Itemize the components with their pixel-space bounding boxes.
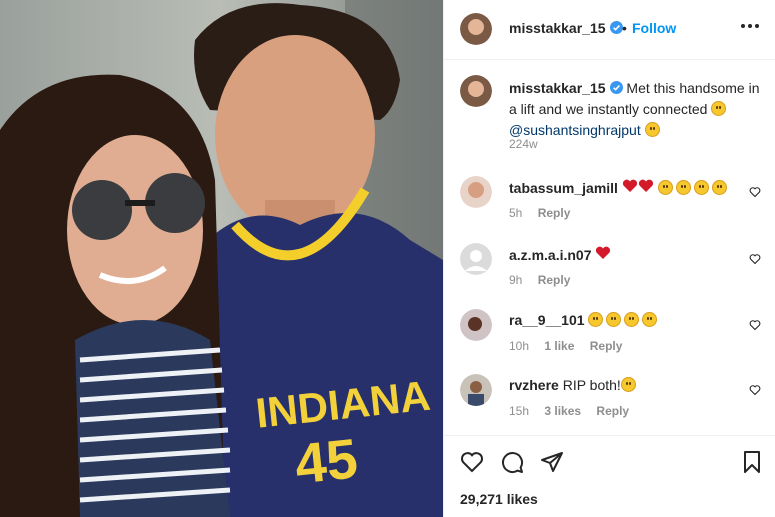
author-username[interactable]: misstakkar_15 [509,20,623,36]
red-heart-emoji-icon [638,179,653,192]
comment-avatar[interactable] [460,309,492,341]
comment-meta: 10h 1 like Reply [509,339,634,353]
caption-username[interactable]: misstakkar_15 [509,80,606,96]
bookmark-icon[interactable] [740,450,764,474]
header-separator: • [622,20,627,36]
likes-count[interactable]: 29,271 likes [460,491,538,507]
comment-like-heart-icon[interactable] [749,186,761,198]
comment-meta: 5h Reply [509,206,582,220]
svg-text:45: 45 [292,426,361,495]
comment-meta: 9h Reply [509,273,582,287]
comment-time[interactable]: 5h [509,206,522,220]
comment-reply-button[interactable]: Reply [538,206,571,220]
comment-body: RIP both! [562,377,621,393]
avatar-image [460,309,492,341]
post-actions-bar: 29,271 likes [444,435,775,517]
caption-time[interactable]: 224w [509,137,538,151]
comment-time[interactable]: 10h [509,339,529,353]
comment-text: ra__9__101 [509,312,660,328]
post-image: INDIANA 45 [0,0,443,517]
caption-mention-link[interactable]: @sushantsinghrajput [509,122,641,138]
avatar-image [460,13,492,45]
heart-icon[interactable] [460,450,484,474]
comment-text: a.z.m.a.i.n07 [509,246,611,263]
comment-avatar[interactable] [460,176,492,208]
caption-author-avatar[interactable] [460,75,492,107]
author-avatar[interactable] [460,13,492,45]
comment-icon[interactable] [500,450,524,474]
verified-badge-icon [609,21,623,34]
crying-emoji-icon [693,180,709,195]
comment-avatar[interactable] [460,243,492,275]
verified-badge-icon [609,81,623,94]
comment-meta: 15h 3 likes Reply [509,404,641,418]
comment-item: rvzhere RIP both! 15h 3 likes Reply [460,374,766,430]
comment-likes-count[interactable]: 3 likes [544,404,581,418]
comment-item: tabassum_jamill 5h Reply [460,176,766,232]
follow-button[interactable]: Follow [632,20,676,36]
comment-username[interactable]: ra__9__101 [509,312,585,328]
comment-like-heart-icon[interactable] [749,384,761,396]
comment-avatar[interactable] [460,374,492,406]
comment-item: ra__9__101 10h 1 like Reply [460,309,766,365]
comment-reply-button[interactable]: Reply [538,273,571,287]
avatar-image [460,176,492,208]
more-options-icon[interactable] [740,16,760,36]
post-side-panel: misstakkar_15 • Follow misstakkar_15 Met… [443,0,775,517]
comment-time[interactable]: 15h [509,404,529,418]
comment-reply-button[interactable]: Reply [590,339,623,353]
comment-text: rvzhere RIP both! [509,377,639,393]
comment-username[interactable]: a.z.m.a.i.n07 [509,247,591,263]
comment-item: a.z.m.a.i.n07 9h Reply [460,243,766,299]
red-heart-emoji-icon [622,179,637,192]
crying-emoji-icon [675,180,691,195]
comment-text: tabassum_jamill [509,179,730,196]
avatar-image [460,75,492,107]
winking-tongue-emoji-icon [644,122,660,137]
caption-text: misstakkar_15 Met this handsome in a lif… [509,78,765,141]
comment-time[interactable]: 9h [509,273,522,287]
comment-username[interactable]: tabassum_jamill [509,180,618,196]
heart-eyes-emoji-icon [588,312,604,327]
grinning-emoji-icon [711,101,727,116]
heart-eyes-emoji-icon [642,312,658,327]
comment-username[interactable]: rvzhere [509,377,559,393]
default-avatar-icon [460,243,492,275]
crying-emoji-icon [657,180,673,195]
comment-like-heart-icon[interactable] [749,253,761,265]
disappointed-emoji-icon [620,377,636,392]
instagram-post: INDIANA 45 misstakkar_15 • Follow missta… [0,0,775,517]
avatar-image [460,374,492,406]
heart-eyes-emoji-icon [624,312,640,327]
comment-reply-button[interactable]: Reply [596,404,629,418]
heart-eyes-emoji-icon [606,312,622,327]
comment-likes-count[interactable]: 1 like [544,339,574,353]
share-icon[interactable] [540,450,564,474]
post-header: misstakkar_15 • Follow [444,0,775,60]
red-heart-emoji-icon [596,246,611,259]
comment-like-heart-icon[interactable] [749,319,761,331]
crying-emoji-icon [711,180,727,195]
author-username-text[interactable]: misstakkar_15 [509,20,606,36]
post-photo[interactable]: INDIANA 45 [0,0,443,517]
